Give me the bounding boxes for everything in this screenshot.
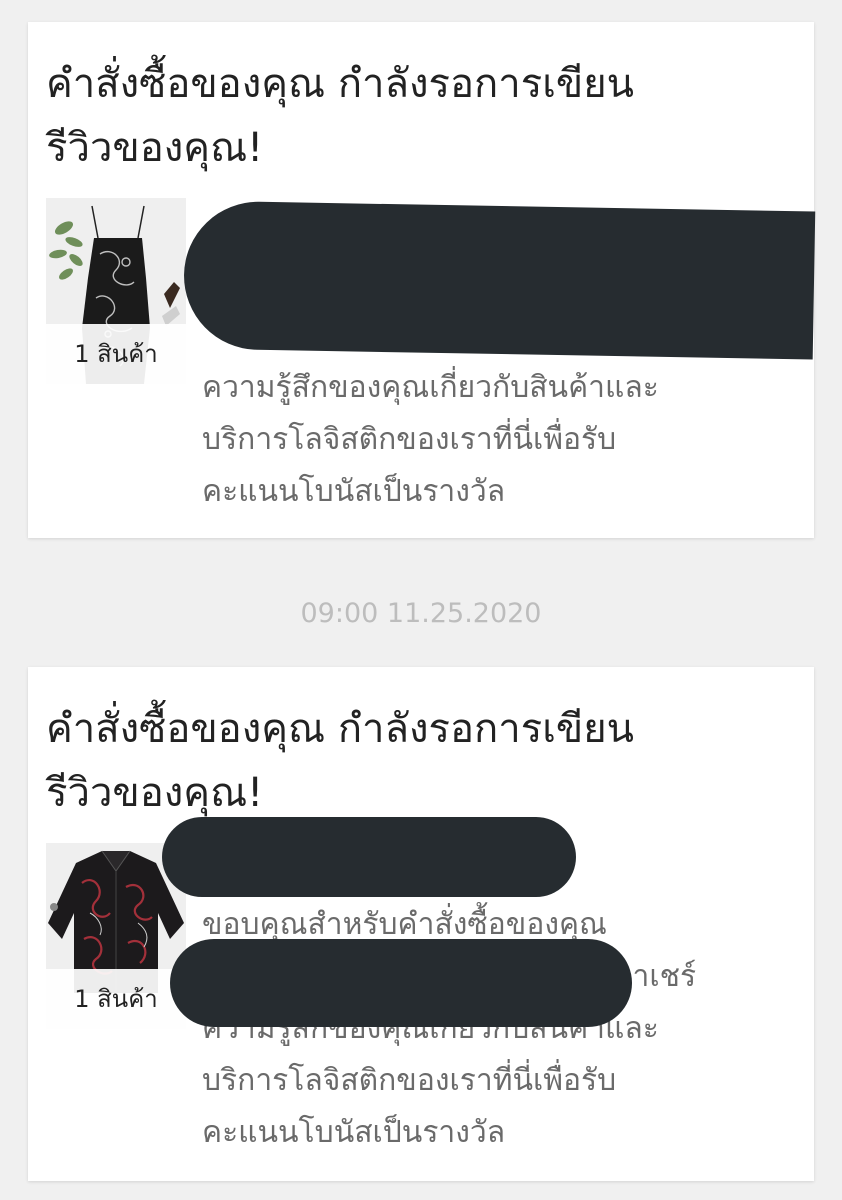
redacted-block <box>182 200 816 360</box>
message-line: บริการโลจิสติกของเราที่นี่เพื่อรับ <box>202 422 617 457</box>
quantity-label: 1 สินค้า <box>46 324 186 384</box>
redacted-block <box>162 817 576 897</box>
message-body: ความรู้สึกของคุณเกี่ยวกับสินค้าและ บริกา… <box>202 362 802 518</box>
message-line: คะแนนโบนัสเป็นรางวัล <box>202 474 506 509</box>
card-title: คำสั่งซื้อของคุณ กำลังรอการเขียน รีวิวขอ… <box>46 697 786 825</box>
message-line: บริการโลจิสติกของเราที่นี่เพื่อรับ <box>202 1063 617 1098</box>
review-notification-card[interactable]: คำสั่งซื้อของคุณ กำลังรอการเขียน รีวิวขอ… <box>28 22 816 538</box>
card-title-line-2: รีวิวของคุณ! <box>46 125 264 171</box>
review-notification-card[interactable]: คำสั่งซื้อของคุณ กำลังรอการเขียน รีวิวขอ… <box>28 667 814 1181</box>
product-thumbnail[interactable]: 1 สินค้า <box>46 198 186 384</box>
message-line: ความรู้สึกของคุณเกี่ยวกับสินค้าและ <box>202 370 659 405</box>
message-line: คะแนนโบนัสเป็นรางวัล <box>202 1115 506 1150</box>
card-title-line-2: รีวิวของคุณ! <box>46 770 264 816</box>
card-title: คำสั่งซื้อของคุณ กำลังรอการเขียน รีวิวขอ… <box>46 52 786 180</box>
notifications-page: คำสั่งซื้อของคุณ กำลังรอการเขียน รีวิวขอ… <box>0 0 842 1200</box>
card-title-line-1: คำสั่งซื้อของคุณ กำลังรอการเขียน <box>46 706 635 752</box>
timestamp: 09:00 11.25.2020 <box>300 598 542 629</box>
redacted-block <box>170 939 632 1027</box>
quantity-label: 1 สินค้า <box>46 969 186 1029</box>
message-body: ขอบคุณสำหรับคำสั่งซื้อของคุณ นาเชร์ ความ… <box>202 899 802 1159</box>
card-title-line-1: คำสั่งซื้อของคุณ กำลังรอการเขียน <box>46 61 635 107</box>
